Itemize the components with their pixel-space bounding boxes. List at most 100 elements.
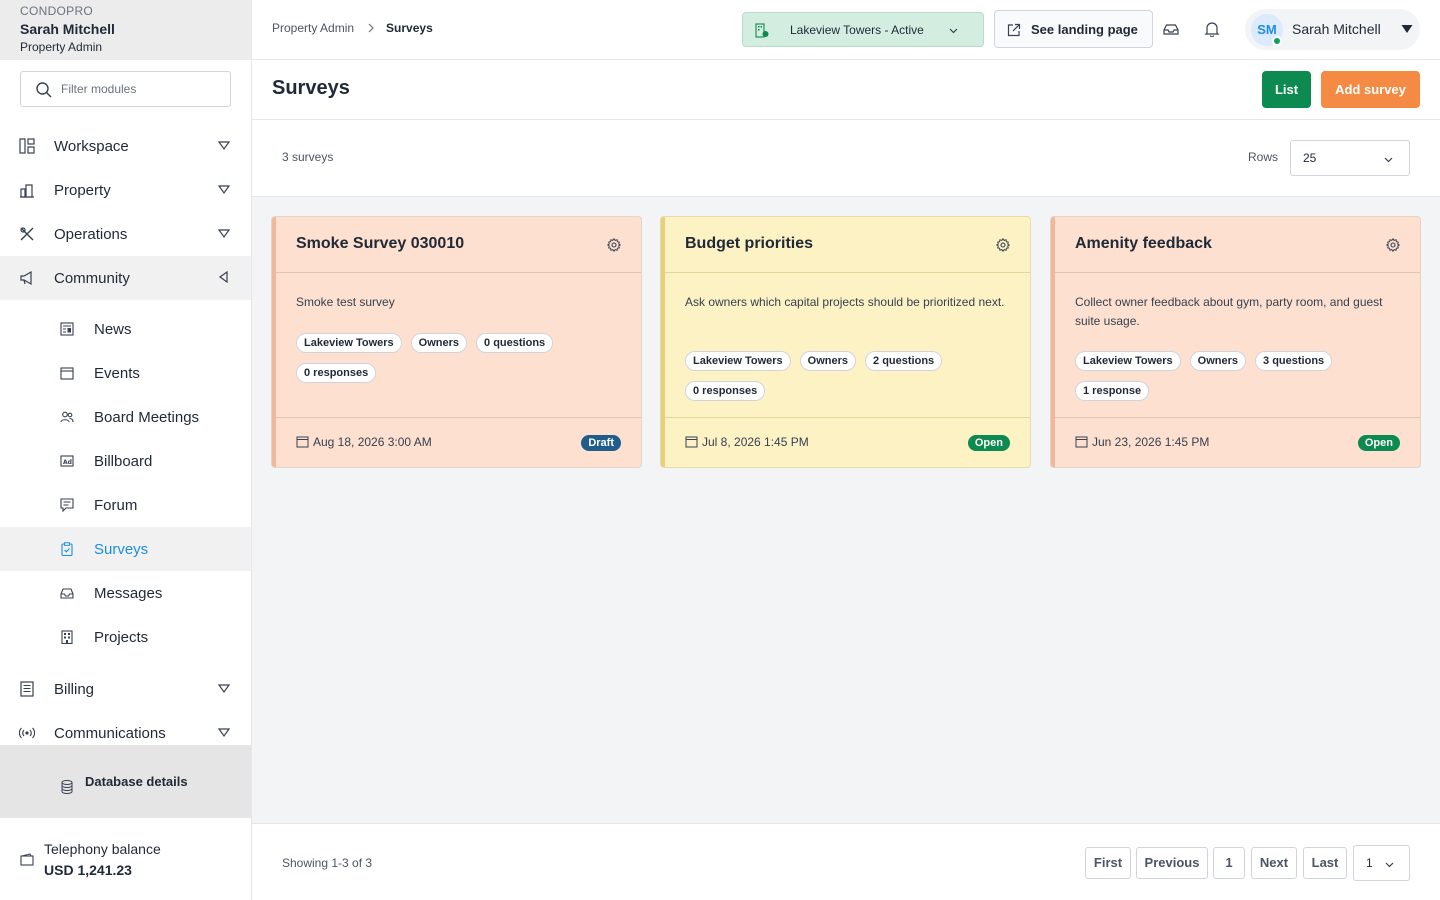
page-select[interactable]: 1 — [1353, 845, 1410, 881]
database-details-button[interactable]: Database details — [0, 745, 251, 817]
property-selector[interactable]: Lakeview Towers - Active — [742, 12, 984, 47]
receipt-icon — [20, 681, 34, 697]
next-page-button[interactable]: Next — [1251, 847, 1297, 879]
tag-questions: 2 questions — [865, 351, 943, 371]
user-menu[interactable]: SM Sarah Mitchell — [1245, 9, 1420, 50]
building-icon — [61, 630, 73, 644]
calendar-icon — [60, 367, 74, 380]
telephony-balance-label: Telephony balance — [44, 841, 161, 857]
nav-group-label: Workspace — [54, 137, 129, 155]
breadcrumb: Property Admin Surveys — [272, 21, 433, 35]
sidebar-item-label: Surveys — [94, 540, 149, 558]
survey-date: Aug 18, 2026 3:00 AM — [313, 435, 432, 449]
sidebar-item-board-meetings[interactable]: Board Meetings — [0, 395, 251, 439]
survey-card[interactable]: Smoke Survey 030010 Smoke test survey La… — [271, 216, 642, 468]
caret-down-icon — [218, 185, 230, 195]
inbox-icon — [60, 588, 74, 599]
tag-audience: Owners — [799, 351, 857, 371]
sidebar-item-messages[interactable]: Messages — [0, 571, 251, 615]
caret-down-icon — [218, 684, 230, 694]
gear-icon[interactable] — [996, 238, 1010, 252]
caret-down-icon — [218, 141, 230, 151]
chevron-down-icon — [1385, 862, 1394, 868]
nav-group-community[interactable]: Community — [0, 256, 251, 300]
tag-questions: 0 questions — [476, 333, 554, 353]
sidebar-item-surveys[interactable]: Surveys — [0, 527, 251, 571]
filter-modules-field[interactable] — [20, 71, 231, 107]
gear-icon[interactable] — [1386, 238, 1400, 252]
sidebar-item-label: Board Meetings — [94, 408, 200, 426]
rows-per-page-select[interactable]: 25 — [1290, 140, 1410, 176]
calendar-icon — [1075, 436, 1088, 448]
showing-range: Showing 1-3 of 3 — [282, 856, 373, 870]
search-icon — [36, 82, 52, 98]
gear-icon[interactable] — [607, 238, 621, 252]
survey-description: Collect owner feedback about gym, party … — [1075, 295, 1383, 328]
sidebar-item-projects[interactable]: Projects — [0, 615, 251, 659]
card-footer: Jul 8, 2026 1:45 PM Open — [665, 417, 1030, 467]
list-view-button[interactable]: List — [1262, 71, 1311, 108]
nav-group-operations[interactable]: Operations — [0, 212, 251, 256]
inbox-icon[interactable] — [1163, 21, 1179, 37]
page-number-button[interactable]: 1 — [1213, 847, 1245, 879]
survey-title[interactable]: Amenity feedback — [1075, 235, 1212, 253]
tools-icon — [20, 227, 34, 241]
chat-icon — [60, 498, 74, 512]
tag-questions: 3 questions — [1255, 351, 1333, 371]
sidebar-user-block: CONDOPRO Sarah Mitchell Property Admin — [0, 0, 251, 60]
sidebar-user-name: Sarah Mitchell — [20, 21, 115, 37]
nav-group-label: Property — [54, 181, 111, 199]
sidebar-item-label: Billboard — [94, 452, 153, 470]
survey-count: 3 surveys — [282, 150, 334, 164]
clipboard-icon — [61, 542, 73, 556]
nav-group-label: Communications — [54, 724, 166, 742]
status-badge: Open — [1357, 435, 1400, 451]
chevron-down-icon — [949, 28, 958, 34]
status-badge: Draft — [581, 435, 621, 451]
nav-group-label: Operations — [54, 225, 128, 243]
sidebar-item-events[interactable]: Events — [0, 351, 251, 395]
megaphone-icon — [20, 270, 32, 286]
tag-responses: 1 response — [1075, 381, 1150, 401]
first-page-button[interactable]: First — [1085, 847, 1131, 879]
see-landing-page-button[interactable]: See landing page — [994, 10, 1153, 48]
breadcrumb-root-link[interactable]: Property Admin — [272, 21, 354, 35]
caret-down-icon — [218, 728, 230, 738]
card-header: Budget priorities — [665, 217, 1030, 273]
filter-modules-input[interactable] — [61, 72, 226, 106]
sidebar-item-forum[interactable]: Forum — [0, 483, 251, 527]
sidebar-item-label: Messages — [94, 584, 163, 602]
bell-icon[interactable] — [1204, 21, 1220, 37]
people-icon — [60, 411, 74, 423]
property-selector-label: Lakeview Towers - Active — [790, 23, 924, 37]
chevron-down-icon — [1384, 157, 1393, 163]
add-survey-button[interactable]: Add survey — [1321, 71, 1420, 108]
results-toolbar: 3 surveys Rows 25 — [252, 120, 1440, 197]
sidebar-item-billboard[interactable]: Ad Billboard — [0, 439, 251, 483]
previous-page-button[interactable]: Previous — [1136, 847, 1208, 879]
survey-card[interactable]: Budget priorities Ask owners which capit… — [660, 216, 1031, 468]
sidebar-item-label: News — [94, 320, 132, 338]
calendar-icon — [296, 436, 309, 448]
nav-group-workspace[interactable]: Workspace — [0, 124, 251, 168]
page-header: Surveys List Add survey — [252, 60, 1440, 120]
sidebar-item-news[interactable]: News — [0, 307, 251, 351]
sidebar-item-label: Forum — [94, 496, 138, 514]
card-footer: Aug 18, 2026 3:00 AM Draft — [276, 417, 641, 467]
last-page-button[interactable]: Last — [1303, 847, 1347, 879]
sidebar: CONDOPRO Sarah Mitchell Property Admin W… — [0, 0, 252, 900]
nav-group-label: Billing — [54, 680, 95, 698]
tag-property: Lakeview Towers — [296, 333, 402, 353]
status-badge: Open — [967, 435, 1010, 451]
survey-title[interactable]: Smoke Survey 030010 — [296, 235, 464, 253]
survey-description: Ask owners which capital projects should… — [685, 295, 1005, 309]
database-icon — [61, 780, 73, 794]
building-chart-icon — [20, 184, 34, 198]
building-check-icon — [755, 23, 769, 38]
survey-card[interactable]: Amenity feedback Collect owner feedback … — [1050, 216, 1421, 468]
nav-group-label: Community — [54, 269, 130, 287]
online-status-dot — [1272, 36, 1282, 46]
nav-group-property[interactable]: Property — [0, 168, 251, 212]
nav-group-billing[interactable]: Billing — [0, 667, 251, 711]
survey-title[interactable]: Budget priorities — [685, 235, 813, 253]
